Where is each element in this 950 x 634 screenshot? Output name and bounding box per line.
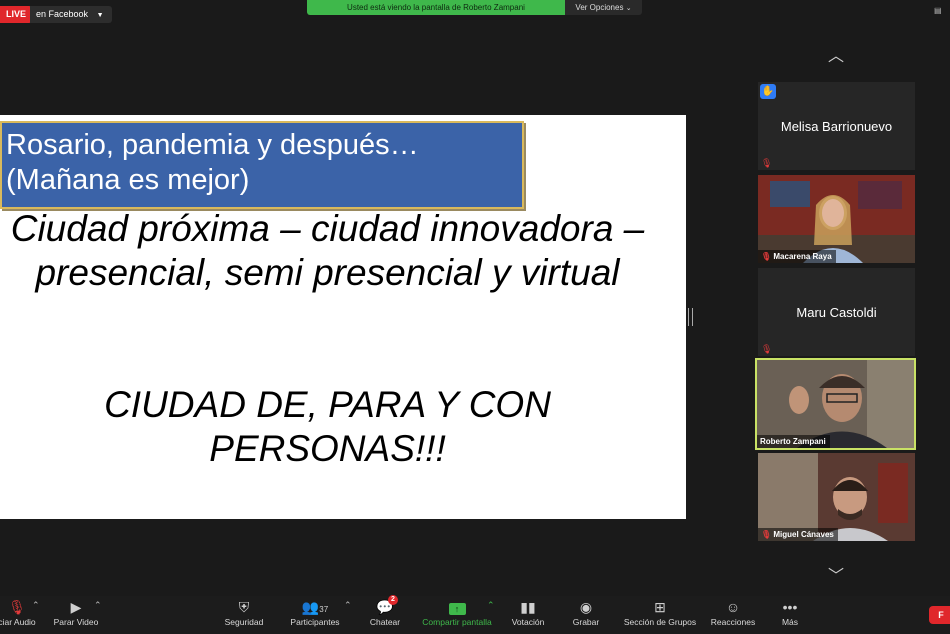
chevron-down-icon: ⌄ <box>625 5 632 12</box>
muted-mic-icon: 🎙 <box>761 158 773 168</box>
participant-name: Roberto Zampani <box>760 437 826 446</box>
raised-hand-icon: ✋ <box>760 84 776 99</box>
shared-screen-slide: Rosario, pandemia y después… (Mañana es … <box>0 115 686 519</box>
participant-tile[interactable]: Maru Castoldi 🎙 <box>758 268 915 356</box>
participant-name-label: 🎙 Macarena Raya <box>758 250 836 263</box>
gallery-scroll-up-icon[interactable]: ︿ <box>822 49 850 65</box>
video-options-caret-icon[interactable]: ⌃ <box>94 600 102 611</box>
screen-share-banner: Usted está viendo la pantalla de Roberto… <box>307 0 565 15</box>
participant-name: Melisa Barrionuevo <box>780 119 893 134</box>
stream-target-label: en Facebook <box>36 9 89 19</box>
security-button[interactable]: ⛨ Seguridad <box>218 596 270 634</box>
chat-label: Chatear <box>369 617 401 627</box>
share-screen-icon: ↑ <box>448 603 466 615</box>
participant-tile[interactable]: 🎙 Miguel Cánaves <box>758 453 915 541</box>
chat-unread-badge: 2 <box>388 595 398 605</box>
chevron-down-icon: ▼ <box>96 12 104 19</box>
participant-name: Miguel Cánaves <box>773 530 834 539</box>
participant-name: Macarena Raya <box>773 252 832 261</box>
ellipsis-icon: ••• <box>782 599 798 615</box>
video-label: Parar Video <box>53 617 99 627</box>
participant-name-label: 🎙 Miguel Cánaves <box>758 528 838 541</box>
polls-label: Votación <box>511 617 545 627</box>
view-options-label: Ver Opciones <box>575 3 624 12</box>
share-screen-button[interactable]: ↑ Compartir pantalla <box>416 596 498 634</box>
live-badge[interactable]: LIVE <box>0 6 33 23</box>
view-options-menu[interactable]: Ver Opciones ⌄ <box>565 0 642 15</box>
audio-options-caret-icon[interactable]: ⌃ <box>32 600 40 611</box>
muted-mic-icon: 🎙 <box>761 344 773 354</box>
meeting-toolbar: 🎙 ciar Audio ⌃ ▶︎ Parar Video ⌃ ⛨ Seguri… <box>0 595 950 634</box>
view-layout-icon[interactable]: ▤ <box>934 6 950 19</box>
participant-name: Maru Castoldi <box>796 305 877 320</box>
reactions-label: Reacciones <box>710 617 756 627</box>
participants-button[interactable]: 👥37 Participantes <box>284 596 346 634</box>
share-icon-wrap: ↑ <box>416 596 498 616</box>
participant-tile[interactable]: 🎙 Macarena Raya <box>758 175 915 263</box>
audio-label: ciar Audio <box>0 617 36 627</box>
record-label: Grabar <box>572 617 600 627</box>
grid-icon: ⊞ <box>654 599 666 615</box>
slide-title: Rosario, pandemia y después… (Mañana es … <box>6 129 419 196</box>
participants-label: Participantes <box>290 617 340 627</box>
share-label: Compartir pantalla <box>422 617 492 627</box>
people-icon: 👥 <box>301 599 320 615</box>
breakout-rooms-button[interactable]: ⊞ Sección de Grupos <box>618 596 702 634</box>
splitter-handle[interactable] <box>688 308 693 326</box>
participants-count: 37 <box>319 605 329 614</box>
breakout-label: Sección de Grupos <box>623 617 697 627</box>
security-label: Seguridad <box>224 617 264 627</box>
shield-icon: ⛨ <box>238 599 250 615</box>
participants-icon-wrap: 👥37 <box>284 596 346 616</box>
end-meeting-button[interactable]: F <box>929 606 950 624</box>
share-options-caret-icon[interactable]: ⌃ <box>487 600 495 611</box>
slide-title-box: Rosario, pandemia y después… (Mañana es … <box>0 121 524 209</box>
gallery-scroll-down-icon[interactable]: ﹀ <box>822 569 850 585</box>
reactions-button[interactable]: ☺ Reacciones <box>706 596 760 634</box>
chat-button[interactable]: 💬 Chatear <box>362 596 408 634</box>
more-label: Más <box>781 617 799 627</box>
muted-mic-icon: 🎙 <box>761 252 772 261</box>
participant-name-label: Roberto Zampani <box>757 435 830 448</box>
smiley-add-icon: ☺ <box>725 599 741 615</box>
record-button[interactable]: ◉ Grabar <box>566 596 606 634</box>
slide-headline-text: CIUDAD DE, PARA Y CON PERSONAS!!! <box>104 384 551 469</box>
live-stream-target-menu[interactable]: en Facebook ▼ <box>30 6 112 23</box>
record-icon: ◉ <box>579 599 593 615</box>
more-button[interactable]: ••• Más <box>772 596 808 634</box>
chat-bubble-icon: 💬 <box>376 599 394 615</box>
participants-options-caret-icon[interactable]: ⌃ <box>344 600 352 611</box>
polls-button[interactable]: ▮▮ Votación <box>506 596 550 634</box>
participant-tile[interactable]: ✋ Melisa Barrionuevo 🎙 <box>758 82 915 170</box>
bar-chart-icon: ▮▮ <box>520 599 536 615</box>
slide-body-text: Ciudad próxima – ciudad innovadora – pre… <box>10 208 645 293</box>
participant-tile-active-speaker[interactable]: Roberto Zampani <box>755 358 916 450</box>
muted-mic-icon: 🎙 <box>761 530 772 539</box>
